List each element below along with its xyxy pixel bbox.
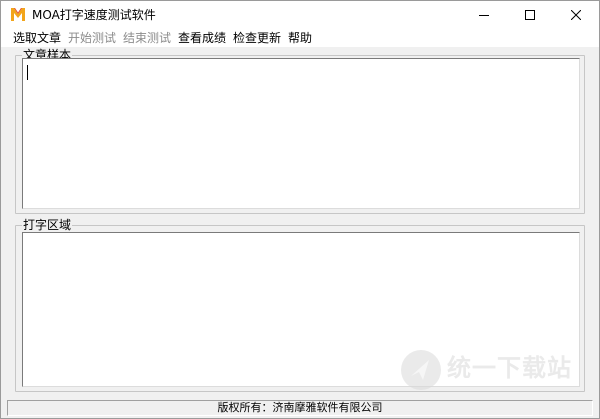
typing-group-label: 打字区域 [22, 218, 73, 232]
close-button[interactable] [553, 1, 599, 29]
menu-start-test[interactable]: 开始测试 [68, 30, 116, 46]
menu-select-article[interactable]: 选取文章 [13, 30, 61, 46]
typing-group: 打字区域 [15, 218, 585, 392]
menu-check-updates[interactable]: 检查更新 [233, 30, 281, 46]
menu-end-test[interactable]: 结束测试 [123, 30, 171, 46]
sample-text-area[interactable] [22, 58, 580, 209]
minimize-button[interactable] [461, 1, 507, 29]
sample-group: 文章样本 [15, 48, 585, 214]
title-bar[interactable]: MOA打字速度测试软件 [1, 1, 599, 29]
status-bar: 版权所有：济南摩雅软件有限公司 [7, 400, 593, 416]
typing-text-area[interactable] [22, 232, 580, 387]
menu-help[interactable]: 帮助 [288, 30, 312, 46]
moa-m-logo-icon [10, 6, 26, 22]
menu-bar: 选取文章 开始测试 结束测试 查看成绩 检查更新 帮助 [1, 29, 599, 47]
maximize-button[interactable] [507, 1, 553, 29]
close-icon [571, 10, 581, 20]
window-title: MOA打字速度测试软件 [32, 8, 156, 22]
menu-view-scores[interactable]: 查看成绩 [178, 30, 226, 46]
maximize-icon [525, 10, 535, 20]
copyright-text: 版权所有：济南摩雅软件有限公司 [217, 401, 383, 414]
minimize-icon [479, 15, 489, 16]
text-caret [27, 65, 28, 80]
app-window: MOA打字速度测试软件 选取文章 开始测试 结束测试 查看成绩 检查更新 帮助 … [0, 0, 600, 419]
